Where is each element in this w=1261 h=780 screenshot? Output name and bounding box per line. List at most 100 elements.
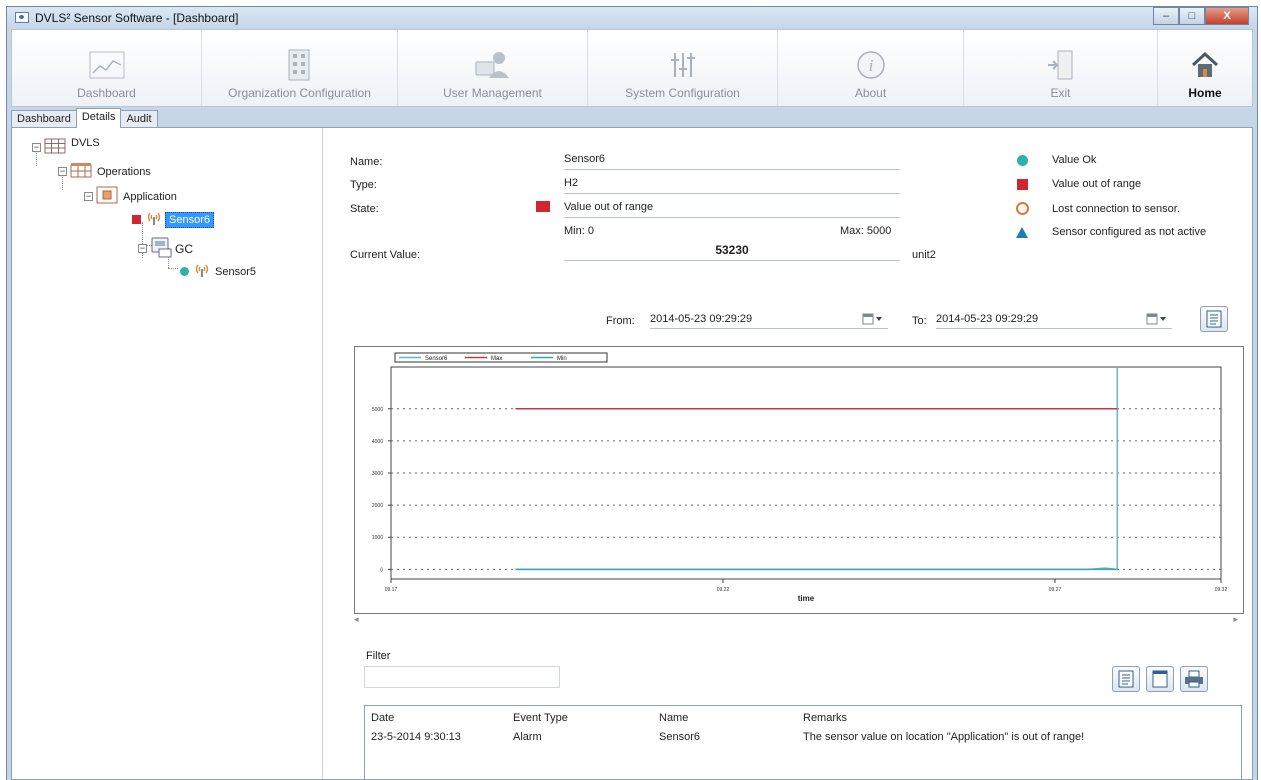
export-events-button[interactable] [1112, 666, 1140, 692]
scroll-left-arrow[interactable]: ◂ [354, 614, 359, 625]
x-axis-label: time [798, 594, 815, 603]
grid-icon [44, 138, 66, 157]
sensor-chart: 0 1000 2000 3000 4000 5000 09.17 09.22 09.27 09.3… [354, 346, 1244, 614]
collapse-toggle[interactable]: − [58, 167, 67, 176]
toolbar-user-management-button[interactable]: User Management [398, 30, 588, 106]
status-ok-icon [180, 267, 189, 276]
filter-label: Filter [366, 650, 391, 662]
tree-node-application[interactable]: − Application [84, 186, 177, 207]
legend-value-ok: Value Ok [1012, 154, 1096, 166]
collapse-toggle[interactable]: − [84, 192, 93, 201]
collapse-toggle[interactable]: − [32, 143, 41, 152]
legend-entry: Sensor6 [425, 356, 448, 362]
to-date-value: 2014-05-23 09:29:29 [936, 313, 1039, 325]
document-icon [1206, 310, 1222, 328]
column-header-remarks[interactable]: Remarks [803, 712, 847, 724]
tab-audit[interactable]: Audit [120, 110, 158, 128]
close-button[interactable]: X [1205, 7, 1249, 25]
state-field: Value out of range [564, 198, 900, 218]
collapse-toggle[interactable]: − [138, 244, 147, 253]
window-controls: – □ X [1153, 7, 1249, 25]
name-label: Name: [350, 156, 383, 168]
window-view-button[interactable] [1146, 666, 1174, 692]
type-field: H2 [564, 174, 900, 194]
exit-door-icon [1041, 48, 1081, 82]
users-icon [473, 48, 513, 82]
tree-node-sensor6[interactable]: Sensor6 [132, 210, 214, 229]
tab-dashboard[interactable]: Dashboard [11, 110, 77, 128]
legend-label: Lost connection to sensor. [1052, 202, 1180, 215]
legend-label: Sensor configured as not active [1052, 226, 1207, 238]
toolbar-label: About [854, 86, 887, 100]
to-date-picker[interactable]: 2014-05-23 09:29:29 [936, 311, 1172, 329]
toolbar-label: Home [1188, 86, 1222, 100]
tree-label: DVLS [71, 136, 100, 149]
toolbar-label: Exit [1050, 86, 1071, 100]
legend-entry: Max [491, 356, 502, 362]
column-header-name[interactable]: Name [659, 712, 688, 724]
x-tick-label: 09.27 [1049, 587, 1062, 593]
tree-node-sensor5[interactable]: Sensor5 [180, 262, 256, 281]
cell-name: Sensor6 [659, 731, 700, 743]
min-label: Min: 0 [564, 225, 594, 237]
calendar-dropdown-icon[interactable] [862, 313, 884, 330]
sliders-icon [663, 48, 703, 82]
printer-icon [1185, 670, 1203, 688]
y-tick-label: 2000 [372, 503, 383, 509]
legend-label: Value Ok [1052, 154, 1097, 166]
toolbar-label: System Configuration [625, 86, 740, 100]
toolbar-organization-button[interactable]: Organization Configuration [202, 30, 398, 106]
view-tabs: Dashboard Details Audit [11, 108, 158, 128]
sensor-signal-icon [193, 262, 211, 281]
tree-node-gc[interactable]: − GC [138, 236, 193, 261]
x-tick-label: 09.22 [717, 587, 730, 593]
print-button[interactable] [1180, 666, 1208, 692]
chart-scrollbar[interactable]: ◂ ▸ [354, 614, 1244, 626]
column-header-date[interactable]: Date [371, 712, 394, 724]
info-icon: i [851, 48, 891, 82]
state-label: State: [350, 203, 379, 215]
square-icon [1016, 178, 1028, 190]
details-panel: − DVLS − Operations − Application Sensor… [11, 127, 1253, 780]
window-icon [1152, 670, 1168, 688]
x-tick-label: 09.17 [385, 587, 398, 593]
from-label: From: [606, 315, 635, 327]
toolbar-exit-button[interactable]: Exit [964, 30, 1158, 106]
tree-connector [168, 268, 178, 269]
legend-not-active: Sensor configured as not active [1012, 226, 1206, 238]
minimize-button[interactable]: – [1153, 7, 1179, 25]
export-report-button[interactable] [1200, 306, 1228, 332]
y-tick-label: 0 [380, 567, 383, 573]
cell-remarks: The sensor value on location "Applicatio… [803, 731, 1085, 743]
current-value-label: Current Value: [350, 249, 421, 261]
application-icon [96, 186, 118, 207]
y-tick-label: 4000 [372, 439, 383, 445]
filter-input[interactable] [364, 666, 560, 688]
scroll-right-arrow[interactable]: ▸ [1233, 614, 1238, 625]
toolbar-label: User Management [443, 86, 542, 100]
chart-icon [87, 48, 127, 82]
tree-node-dvls[interactable]: − DVLS [32, 136, 100, 157]
tree-label-selected: Sensor6 [165, 211, 214, 228]
type-label: Type: [350, 179, 377, 191]
toolbar-about-button[interactable]: i About [778, 30, 964, 106]
tree-label: GC [175, 241, 193, 256]
tab-details[interactable]: Details [75, 108, 122, 128]
toolbar-system-configuration-button[interactable]: System Configuration [588, 30, 778, 106]
main-toolbar: Dashboard Organization Configuration Use… [11, 29, 1253, 107]
from-date-picker[interactable]: 2014-05-23 09:29:29 [650, 311, 888, 329]
toolbar-dashboard-button[interactable]: Dashboard [12, 30, 202, 106]
title-bar[interactable]: DVLS² Sensor Software - [Dashboard] – □ … [7, 7, 1257, 29]
y-tick-label: 3000 [372, 471, 383, 477]
cell-date: 23-5-2014 9:30:13 [371, 731, 461, 743]
sensor-signal-icon [145, 210, 163, 229]
toolbar-home-button[interactable]: Home [1158, 30, 1252, 106]
triangle-icon [1016, 226, 1028, 238]
legend-entry: Min [557, 356, 567, 362]
y-tick-label: 5000 [372, 407, 383, 413]
max-label: Max: 5000 [840, 225, 892, 237]
calendar-dropdown-icon[interactable] [1146, 313, 1168, 330]
maximize-button[interactable]: □ [1179, 7, 1205, 25]
tree-node-operations[interactable]: − Operations [58, 162, 151, 181]
column-header-event-type[interactable]: Event Type [513, 712, 568, 724]
